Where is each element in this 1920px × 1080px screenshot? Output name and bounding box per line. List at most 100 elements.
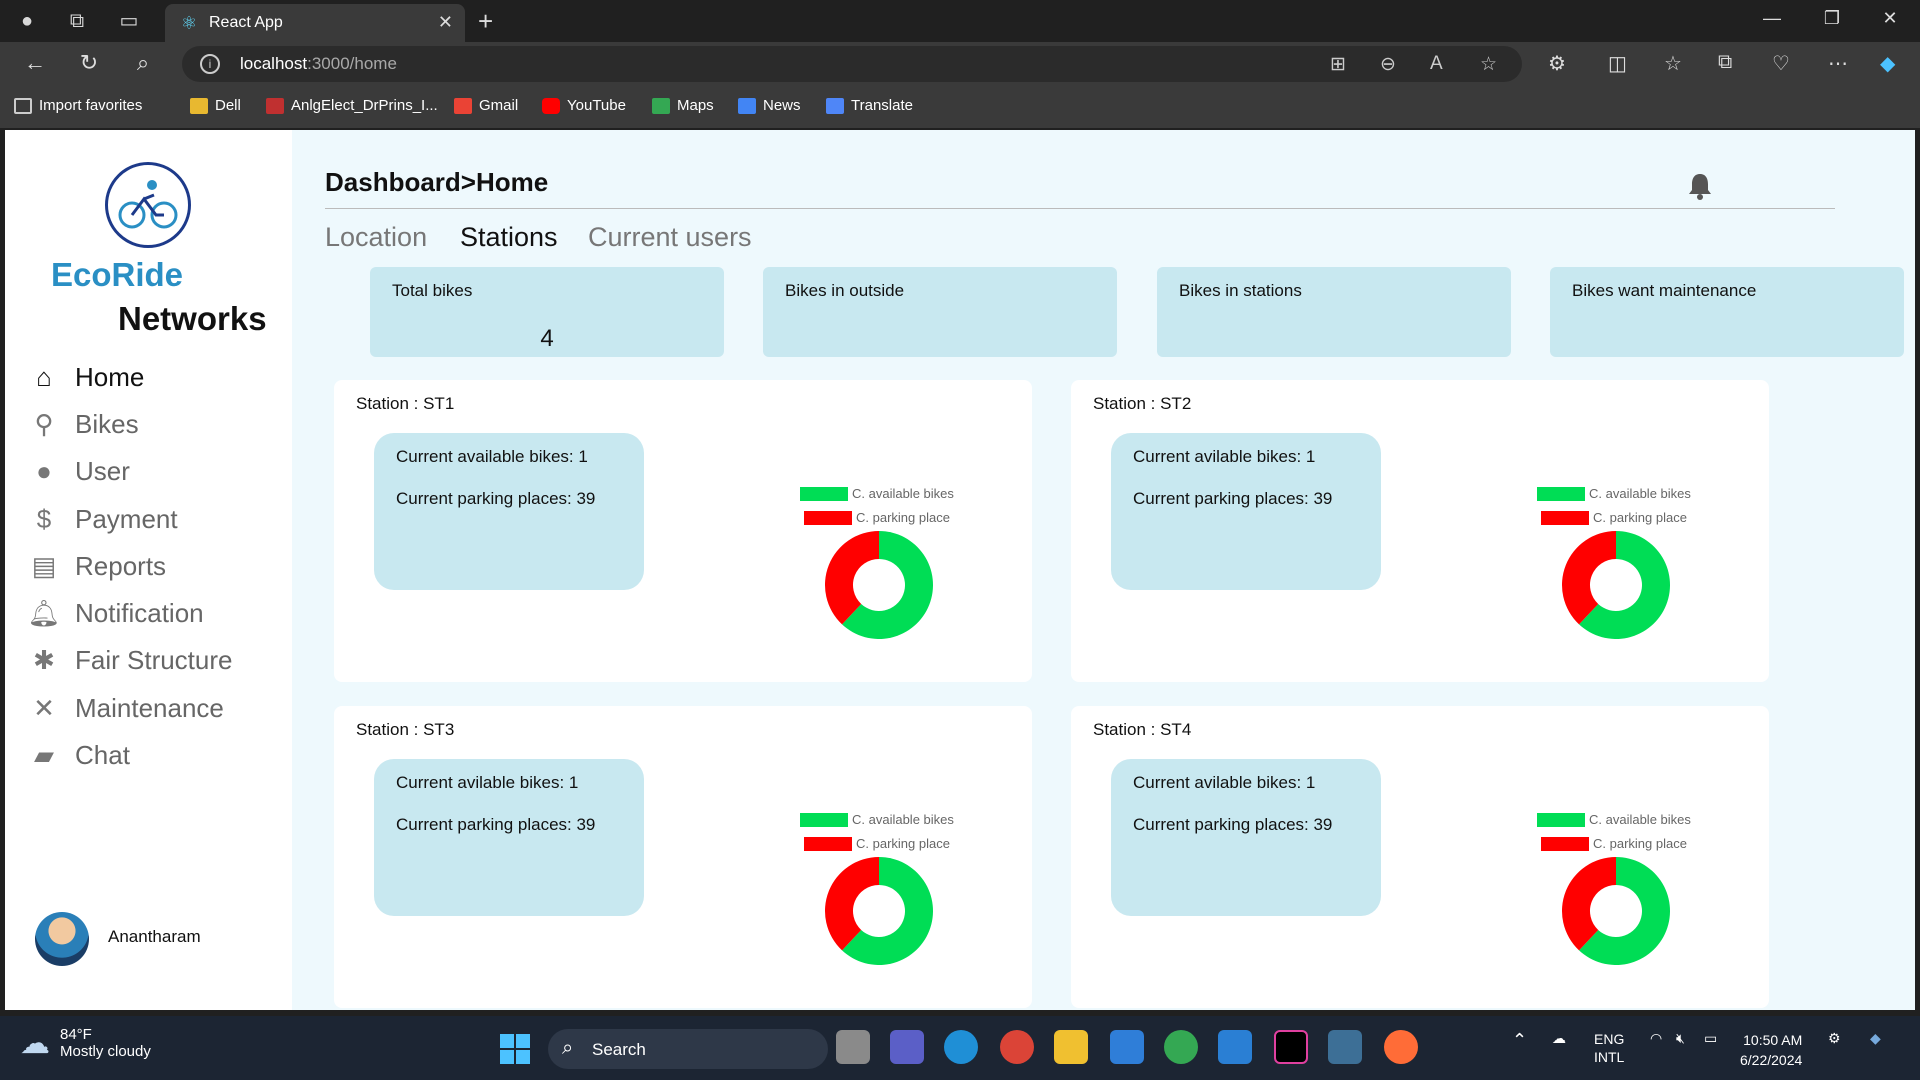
settings-gear-icon[interactable]: ⚙	[1828, 1030, 1841, 1047]
user-icon: ●	[36, 456, 52, 486]
volume-muted-icon[interactable]: 🔇︎	[1676, 1030, 1685, 1047]
menu-item-user[interactable]: ● User	[27, 456, 130, 487]
browser-titlebar: ● ⧉ ▭ ⚛ React App ✕ + — ❐ ✕	[0, 0, 1920, 42]
weather-temp: 84°F	[60, 1026, 92, 1043]
gmail-icon	[454, 97, 472, 114]
minimize-icon[interactable]: —	[1752, 8, 1792, 29]
tab-location[interactable]: Location	[325, 222, 427, 253]
available-bikes-text: Current available bikes: 1	[396, 447, 588, 466]
task-view-icon[interactable]	[836, 1030, 870, 1064]
edge-icon[interactable]	[944, 1030, 978, 1064]
onedrive-icon[interactable]: ☁	[1552, 1030, 1566, 1047]
available-bikes-text: Current avilable bikes: 1	[1133, 773, 1316, 792]
station-info-box: Current available bikes: 1 Current parki…	[374, 433, 644, 590]
new-tab-icon[interactable]: +	[478, 6, 493, 37]
menu-item-notification[interactable]: 🔔︎ Notification	[27, 598, 203, 629]
chrome-icon[interactable]	[1000, 1030, 1034, 1064]
bookmark-news[interactable]: News	[738, 97, 801, 114]
bookmark-gmail[interactable]: Gmail	[454, 97, 518, 114]
mail-icon[interactable]	[1110, 1030, 1144, 1064]
legend-parking: C. parking place	[804, 510, 950, 525]
header-divider	[325, 208, 1835, 209]
menu-item-reports[interactable]: ▤ Reports	[27, 551, 166, 582]
translate-icon	[826, 97, 844, 114]
taskbar-clock[interactable]: 10:50 AM 6/22/2024	[1740, 1030, 1802, 1070]
search-icon[interactable]: ⌕	[128, 50, 158, 76]
main-content: Dashboard>Home Location Stations Current…	[292, 130, 1915, 1010]
pdf-icon	[266, 97, 284, 114]
copilot-taskbar-icon[interactable]: ◆	[1870, 1030, 1881, 1047]
favorites-icon[interactable]: ☆	[1664, 51, 1682, 76]
wifi-icon[interactable]: ◠	[1650, 1030, 1662, 1047]
avatar[interactable]	[35, 912, 89, 966]
read-aloud-icon[interactable]: A	[1430, 53, 1443, 75]
tab-actions-icon[interactable]: ▭	[116, 8, 142, 34]
info-icon[interactable]: i	[200, 54, 220, 74]
chevron-up-icon[interactable]: ⌃	[1512, 1030, 1527, 1051]
menu-item-fair-structure[interactable]: ✱ Fair Structure	[27, 645, 232, 676]
restore-icon[interactable]: ❐	[1812, 8, 1852, 29]
menu-item-maintenance[interactable]: ✕ Maintenance	[27, 693, 224, 724]
copilot-icon[interactable]: ◆	[1880, 51, 1895, 76]
legend-swatch	[1537, 812, 1585, 827]
bookmark-youtube[interactable]: YouTube	[542, 97, 626, 114]
back-icon[interactable]: ←	[20, 50, 50, 76]
battery-icon[interactable]: ▭	[1704, 1030, 1717, 1047]
address-bar[interactable]: i localhost:3000/home ⊞ ⊖ A ☆	[182, 46, 1522, 82]
zoom-icon[interactable]: ⊖	[1380, 53, 1396, 76]
stat-card-bikes-maintenance: Bikes want maintenance	[1550, 267, 1904, 357]
menu-item-home[interactable]: ⌂ Home	[27, 362, 144, 393]
bookmark-translate[interactable]: Translate	[826, 97, 913, 114]
workspaces-icon[interactable]: ⧉	[64, 8, 90, 34]
bookmark-dell[interactable]: Dell	[190, 97, 241, 114]
profile-icon[interactable]: ●	[14, 8, 40, 34]
legend-swatch	[800, 486, 848, 501]
collections-icon[interactable]: ⧉	[1718, 51, 1732, 74]
mysql-workbench-icon[interactable]	[1328, 1030, 1362, 1064]
chrome-dev-icon[interactable]	[1164, 1030, 1198, 1064]
split-screen-icon[interactable]: ◫	[1608, 51, 1627, 76]
app-available-icon[interactable]: ⊞	[1330, 53, 1346, 76]
vscode-icon[interactable]	[1218, 1030, 1252, 1064]
reload-icon[interactable]: ↻	[74, 50, 104, 76]
chat-icon: ▰	[34, 740, 54, 770]
cloud-sun-icon: ☁	[20, 1027, 50, 1060]
close-window-icon[interactable]: ✕	[1870, 8, 1910, 29]
invoice-dollar-icon: $	[36, 504, 52, 534]
stat-card-bikes-outside: Bikes in outside	[763, 267, 1117, 357]
teams-icon[interactable]	[890, 1030, 924, 1064]
weather-widget[interactable]: ☁ 84°F Mostly cloudy	[20, 1026, 151, 1061]
notification-bell-icon[interactable]	[1687, 172, 1713, 207]
browser-tab[interactable]: ⚛ React App ✕	[165, 4, 465, 42]
favorite-star-icon[interactable]: ☆	[1480, 53, 1497, 76]
stat-label: Total bikes	[392, 281, 473, 300]
extensions-icon[interactable]: ⚙	[1548, 51, 1566, 76]
menu-item-bikes[interactable]: ⚲ Bikes	[27, 409, 138, 440]
language-indicator[interactable]: ENG INTL	[1594, 1030, 1624, 1066]
bookmark-import-favorites[interactable]: Import favorites	[14, 97, 142, 114]
stat-label: Bikes want maintenance	[1572, 281, 1757, 300]
taskbar-search[interactable]: ⌕ Search	[548, 1029, 828, 1069]
postman-icon[interactable]	[1384, 1030, 1418, 1064]
station-info-box: Current avilable bikes: 1 Current parkin…	[1111, 433, 1381, 590]
legend-parking: C. parking place	[1541, 510, 1687, 525]
windows-start-icon[interactable]	[500, 1034, 530, 1064]
bell-icon: 🔔︎	[27, 598, 61, 628]
menu-item-payment[interactable]: $ Payment	[27, 504, 178, 535]
parking-places-text: Current parking places: 39	[396, 489, 596, 508]
tab-stations[interactable]: Stations	[460, 222, 558, 253]
close-tab-icon[interactable]: ✕	[438, 12, 453, 33]
tab-current-users[interactable]: Current users	[588, 222, 752, 253]
menu-item-chat[interactable]: ▰ Chat	[27, 740, 130, 771]
bookmark-maps[interactable]: Maps	[652, 97, 714, 114]
file-explorer-icon[interactable]	[1054, 1030, 1088, 1064]
parking-places-text: Current parking places: 39	[1133, 815, 1333, 834]
search-icon: ⌕	[562, 1037, 574, 1059]
stat-card-bikes-stations: Bikes in stations	[1157, 267, 1511, 357]
more-icon[interactable]: ⋯	[1828, 51, 1848, 76]
legend-swatch	[1541, 510, 1589, 525]
performance-icon[interactable]: ♡	[1772, 51, 1790, 76]
intellij-icon[interactable]	[1274, 1030, 1308, 1064]
gears-icon: ✱	[33, 645, 55, 675]
bookmark-anlgelect[interactable]: AnlgElect_DrPrins_I...	[266, 97, 438, 114]
